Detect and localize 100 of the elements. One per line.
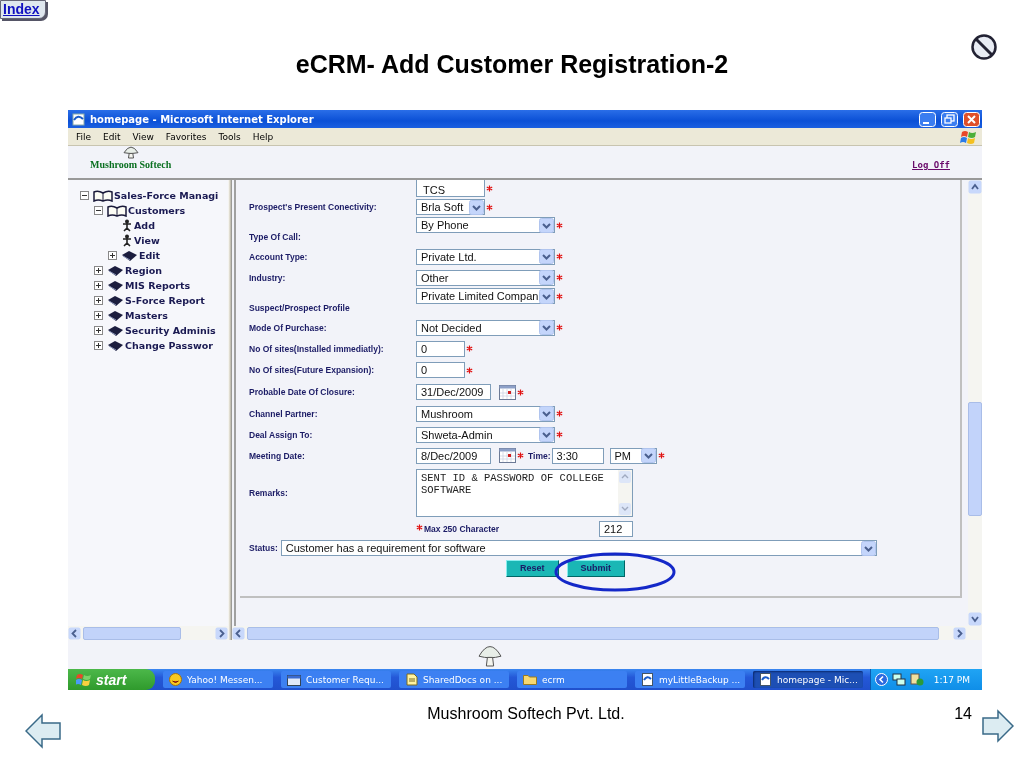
slide-title: eCRM- Add Customer Registration-2 [295, 50, 729, 80]
date-field[interactable]: 31/Dec/2009 [416, 384, 491, 400]
scroll-left-icon[interactable] [68, 626, 81, 640]
date-field[interactable]: 8/Dec/2009 [416, 447, 491, 464]
character-limit-note: Max 250 Character [424, 523, 500, 534]
taskbar-item[interactable]: myLittleBackup ... [635, 671, 745, 688]
taskbar-item[interactable]: homepage - Mic... [753, 671, 863, 688]
tree-item[interactable]: View [134, 235, 160, 246]
field-label: Time: [528, 450, 551, 461]
tree-item[interactable]: MIS Reports [125, 280, 191, 291]
form-button[interactable]: Submit [566, 559, 625, 577]
window-title: homepage - Microsoft Internet Explorer [90, 113, 315, 125]
vertical-scrollbar[interactable] [968, 180, 982, 626]
book-icon [107, 324, 124, 337]
field-label: Type Of Call: [249, 232, 302, 244]
tree-item[interactable]: S-Force Report [125, 295, 205, 306]
horizontal-scrollbar[interactable] [232, 626, 982, 640]
right-arrow-icon[interactable] [982, 708, 1014, 744]
pane-splitter[interactable] [228, 180, 232, 640]
chevron-down-icon [539, 270, 554, 285]
expand-icon[interactable] [108, 251, 117, 260]
horizontal-scrollbar[interactable] [68, 626, 228, 640]
minimize-icon[interactable] [919, 111, 936, 127]
field-label: Suspect/Prospect Profile [249, 303, 351, 315]
expand-icon[interactable] [94, 266, 103, 275]
dropdown[interactable]: PM [609, 447, 657, 464]
collapse-icon[interactable] [94, 206, 103, 215]
dropdown[interactable]: By Phone [416, 217, 555, 233]
calendar-icon[interactable] [499, 384, 516, 400]
window-icon [287, 673, 301, 686]
book-icon [107, 264, 124, 277]
book-icon [107, 279, 124, 292]
field-label: Mode Of Purchase: [249, 322, 328, 333]
footer-text: Mushroom Softech Pvt. Ltd. [426, 705, 625, 723]
menu-item[interactable]: View [132, 131, 154, 142]
tree-item[interactable]: Sales-Force Managi [114, 190, 219, 201]
scroll-right-icon[interactable] [215, 626, 228, 640]
text-field[interactable]: 3:30 [551, 447, 604, 464]
collapse-icon[interactable] [80, 191, 89, 200]
tree-item[interactable]: Region [125, 265, 163, 276]
menu-item[interactable]: Favorites [165, 131, 207, 142]
chevron-down-icon [539, 217, 554, 233]
tree-item[interactable]: Change Passwor [125, 340, 213, 351]
menu-item[interactable]: Edit [103, 131, 121, 142]
taskbar-item[interactable]: ecrm [517, 671, 627, 688]
field-label: No Of sites(Installed immediatly): [249, 343, 385, 354]
scroll-up-icon[interactable] [968, 180, 982, 194]
taskbar-item[interactable]: Yahoo! Messen... [163, 671, 273, 688]
expand-icon[interactable] [94, 311, 103, 320]
list-box[interactable]: TCS [416, 180, 485, 197]
expand-icon[interactable] [94, 326, 103, 335]
field-label: Remarks: [249, 487, 289, 498]
menu-item[interactable]: Tools [218, 131, 241, 142]
scroll-right-icon[interactable] [953, 626, 966, 640]
taskbar-item[interactable]: SharedDocs on ... [399, 671, 509, 688]
tree-item[interactable]: Security Adminis [125, 325, 216, 336]
dropdown[interactable]: Shweta-Admin [416, 426, 555, 443]
sound-icon[interactable] [910, 673, 924, 686]
scroll-left-icon[interactable] [232, 626, 245, 640]
scrollbar-drawing [618, 469, 632, 516]
no-entry-icon[interactable] [970, 33, 998, 61]
dropdown[interactable]: Brla Soft [416, 199, 485, 215]
dropdown[interactable]: Private Ltd. [416, 248, 555, 265]
network-icon[interactable] [892, 673, 906, 686]
open-book-icon [107, 204, 127, 217]
dropdown[interactable]: Customer has a requirement for software [280, 540, 877, 556]
smiley-icon [169, 673, 182, 686]
calendar-icon[interactable] [499, 448, 516, 463]
log-off-link[interactable]: Log Off [912, 160, 950, 170]
left-arrow-icon[interactable] [25, 712, 61, 750]
close-icon[interactable] [963, 111, 980, 127]
remarks-field[interactable]: SENT ID & PASSWORD OF COLLEGE SOFTWARE [416, 468, 633, 517]
tree-item[interactable]: Edit [139, 250, 161, 261]
dropdown[interactable]: Other [416, 269, 555, 286]
restore-icon[interactable] [941, 111, 958, 127]
chevron-down-icon [539, 406, 554, 421]
flag-icon [76, 672, 92, 687]
dropdown[interactable]: Mushroom [416, 405, 555, 422]
browser-page-icon [641, 673, 654, 686]
text-field[interactable]: 0 [416, 362, 465, 378]
expand-icon[interactable] [94, 296, 103, 305]
chevron-down-icon [860, 540, 876, 556]
character-count-field[interactable]: 212 [599, 520, 633, 537]
tree-item[interactable]: Masters [125, 310, 168, 321]
menu-item[interactable]: File [76, 131, 92, 142]
expand-icon[interactable] [94, 281, 103, 290]
dropdown[interactable]: Private Limited Compan [416, 288, 555, 304]
dropdown[interactable]: Not Decided [416, 319, 555, 336]
tree-item[interactable]: Customers [128, 205, 186, 216]
tree-item[interactable]: Add [134, 220, 155, 231]
chevron-down-icon [640, 448, 656, 463]
chevron-down-icon [469, 199, 484, 215]
menu-item[interactable]: Help [252, 131, 274, 142]
index-link[interactable]: Index [0, 0, 46, 19]
expand-icon[interactable] [94, 341, 103, 350]
text-field[interactable]: 0 [416, 340, 465, 357]
chevron-left-icon[interactable] [875, 673, 888, 686]
form-button[interactable]: Reset [506, 559, 559, 577]
scroll-down-icon[interactable] [968, 612, 982, 626]
taskbar-item[interactable]: Customer Requ... [281, 671, 391, 688]
